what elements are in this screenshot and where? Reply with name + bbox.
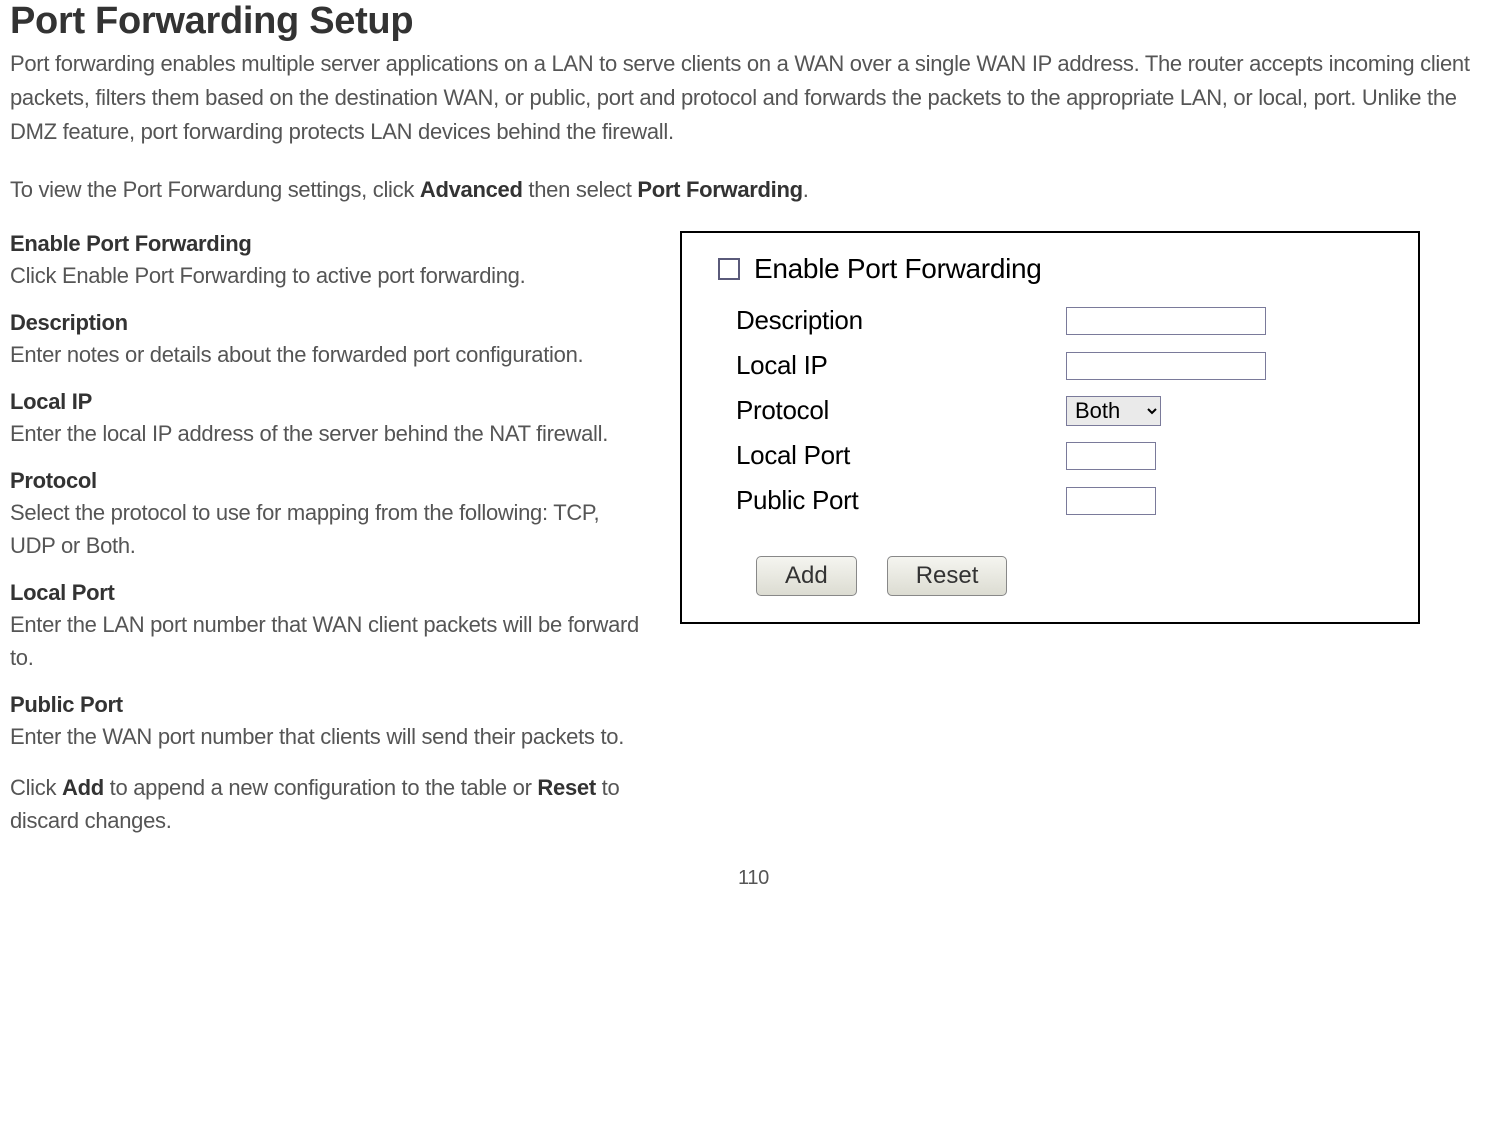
field-desc: Enter the local IP address of the server… xyxy=(10,417,640,450)
field-desc: Select the protocol to use for mapping f… xyxy=(10,496,640,562)
intro-paragraph: Port forwarding enables multiple server … xyxy=(10,47,1497,149)
enable-label: Enable Port Forwarding xyxy=(754,253,1042,285)
description-input[interactable] xyxy=(1066,307,1266,335)
field-desc: Enter the LAN port number that WAN clien… xyxy=(10,608,640,674)
field-heading: Enable Port Forwarding xyxy=(10,231,640,257)
field-enable: Enable Port Forwarding Click Enable Port… xyxy=(10,231,640,292)
row-protocol: Protocol Both xyxy=(736,395,1394,426)
reset-button[interactable]: Reset xyxy=(887,556,1008,596)
enable-row: Enable Port Forwarding xyxy=(718,253,1394,285)
nav-text: then select xyxy=(523,177,638,202)
page-title: Port Forwarding Setup xyxy=(10,0,1497,43)
field-heading: Local Port xyxy=(10,580,640,606)
field-protocol: Protocol Select the protocol to use for … xyxy=(10,468,640,562)
field-heading: Protocol xyxy=(10,468,640,494)
footer-paragraph: Click Add to append a new configuration … xyxy=(10,771,640,837)
protocol-select[interactable]: Both xyxy=(1066,396,1161,426)
page-number: 110 xyxy=(10,867,1497,890)
field-desc: Click Enable Port Forwarding to active p… xyxy=(10,259,640,292)
row-public-port: Public Port xyxy=(736,485,1394,516)
enable-checkbox[interactable] xyxy=(718,258,740,280)
public-port-label: Public Port xyxy=(736,485,1066,516)
public-port-input[interactable] xyxy=(1066,487,1156,515)
footer-text: to append a new configuration to the tab… xyxy=(104,775,538,800)
nav-bold-portforwarding: Port Forwarding xyxy=(637,177,802,202)
field-public-port: Public Port Enter the WAN port number th… xyxy=(10,692,640,753)
local-ip-label: Local IP xyxy=(736,350,1066,381)
field-heading: Public Port xyxy=(10,692,640,718)
footer-bold-reset: Reset xyxy=(537,775,595,800)
protocol-label: Protocol xyxy=(736,395,1066,426)
nav-text: . xyxy=(803,177,809,202)
field-local-port: Local Port Enter the LAN port number tha… xyxy=(10,580,640,674)
local-ip-input[interactable] xyxy=(1066,352,1266,380)
left-column: Enable Port Forwarding Click Enable Port… xyxy=(10,231,640,837)
footer-text: Click xyxy=(10,775,62,800)
field-heading: Local IP xyxy=(10,389,640,415)
field-desc: Enter the WAN port number that clients w… xyxy=(10,720,640,753)
field-description: Description Enter notes or details about… xyxy=(10,310,640,371)
row-local-ip: Local IP xyxy=(736,350,1394,381)
local-port-label: Local Port xyxy=(736,440,1066,471)
field-local-ip: Local IP Enter the local IP address of t… xyxy=(10,389,640,450)
description-label: Description xyxy=(736,305,1066,336)
footer-bold-add: Add xyxy=(62,775,104,800)
row-description: Description xyxy=(736,305,1394,336)
nav-instruction: To view the Port Forwardung settings, cl… xyxy=(10,177,1497,203)
add-button[interactable]: Add xyxy=(756,556,857,596)
right-column: Enable Port Forwarding Description Local… xyxy=(680,231,1420,624)
field-heading: Description xyxy=(10,310,640,336)
field-desc: Enter notes or details about the forward… xyxy=(10,338,640,371)
nav-text: To view the Port Forwardung settings, cl… xyxy=(10,177,420,202)
nav-bold-advanced: Advanced xyxy=(420,177,523,202)
local-port-input[interactable] xyxy=(1066,442,1156,470)
form-screenshot: Enable Port Forwarding Description Local… xyxy=(680,231,1420,624)
button-row: Add Reset xyxy=(756,556,1394,596)
row-local-port: Local Port xyxy=(736,440,1394,471)
